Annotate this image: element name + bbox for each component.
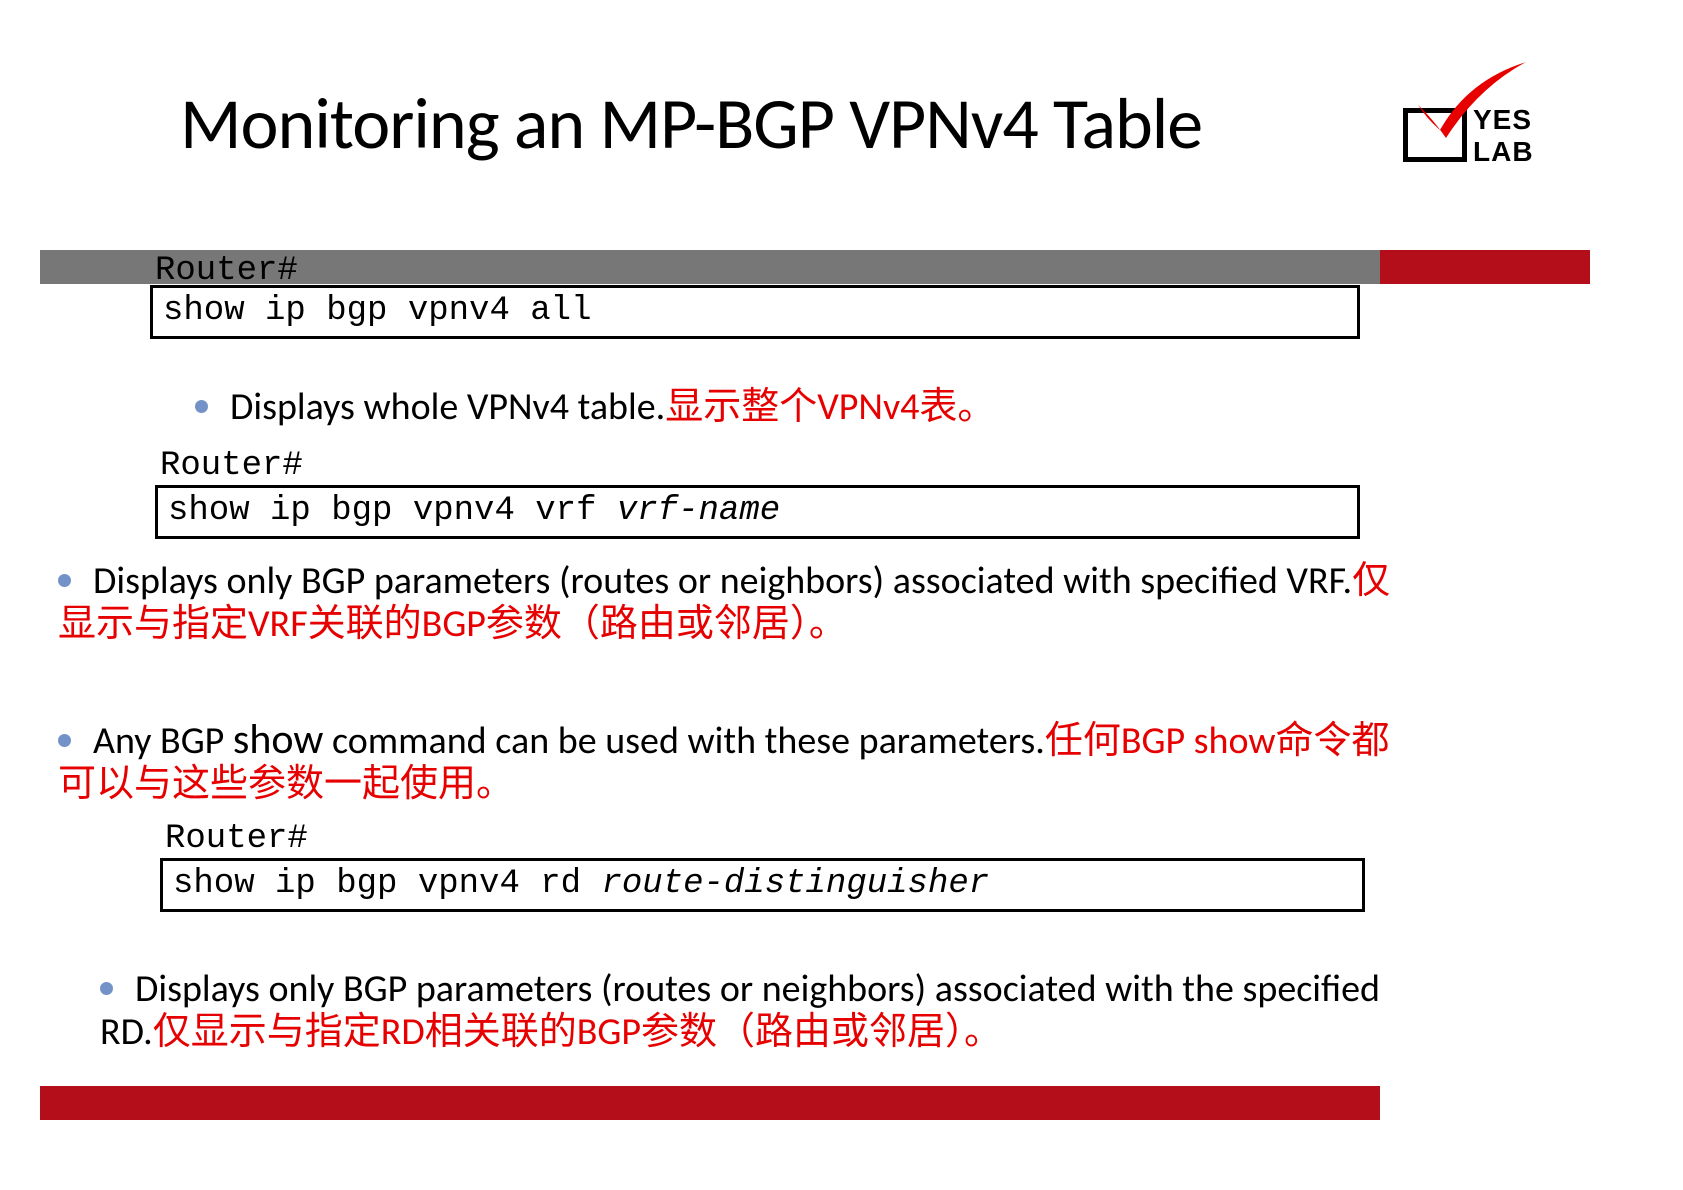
command-3-pre: show ip bgp vpnv4 rd <box>173 865 601 903</box>
command-box-3: show ip bgp vpnv4 rd route-distinguisher <box>160 858 1365 912</box>
bullet-icon <box>195 400 208 413</box>
bullet-3-en-a: Any BGP <box>93 718 233 764</box>
logo-text: YES LAB <box>1473 104 1583 168</box>
command-box-1: show ip bgp vpnv4 all <box>150 285 1360 339</box>
slide-title: Monitoring an MP-BGP VPNv4 Table <box>180 80 1202 168</box>
bullet-2-en: Displays only BGP parameters (routes or … <box>93 558 1352 604</box>
slide: Monitoring an MP-BGP VPNv4 Table YES LAB… <box>0 0 1683 1190</box>
bullet-3-show: show <box>233 714 324 765</box>
header-red-block <box>1380 250 1590 284</box>
bullet-4-zh: 仅显示与指定RD相关联的BGP参数（路由或邻居）。 <box>153 1009 1002 1055</box>
router-prompt-3: Router# <box>165 820 308 858</box>
command-2-pre: show ip bgp vpnv4 vrf <box>168 492 617 530</box>
bullet-1-zh: 显示整个VPNv4表。 <box>665 384 995 430</box>
footer-red-bar <box>40 1086 1380 1120</box>
bullet-1: Displays whole VPNv4 table.显示整个VPNv4表。 <box>195 386 1395 429</box>
bullet-1-en: Displays whole VPNv4 table. <box>230 384 665 430</box>
bullet-2: Displays only BGP parameters (routes or … <box>58 560 1408 645</box>
bullet-4: Displays only BGP parameters (routes or … <box>100 968 1400 1053</box>
bullet-3-en-b: command can be used with these parameter… <box>323 718 1044 764</box>
bullet-icon <box>100 982 113 995</box>
command-1-text: show ip bgp vpnv4 all <box>163 292 591 330</box>
command-2-arg: vrf-name <box>617 492 780 530</box>
command-box-2: show ip bgp vpnv4 vrf vrf-name <box>155 485 1360 539</box>
bullet-icon <box>58 734 71 747</box>
command-3-arg: route-distinguisher <box>601 865 989 903</box>
router-prompt-2: Router# <box>160 447 303 485</box>
bullet-icon <box>58 574 71 587</box>
bullet-3: Any BGP show command can be used with th… <box>58 716 1418 806</box>
yes-lab-logo: YES LAB <box>1403 70 1583 190</box>
